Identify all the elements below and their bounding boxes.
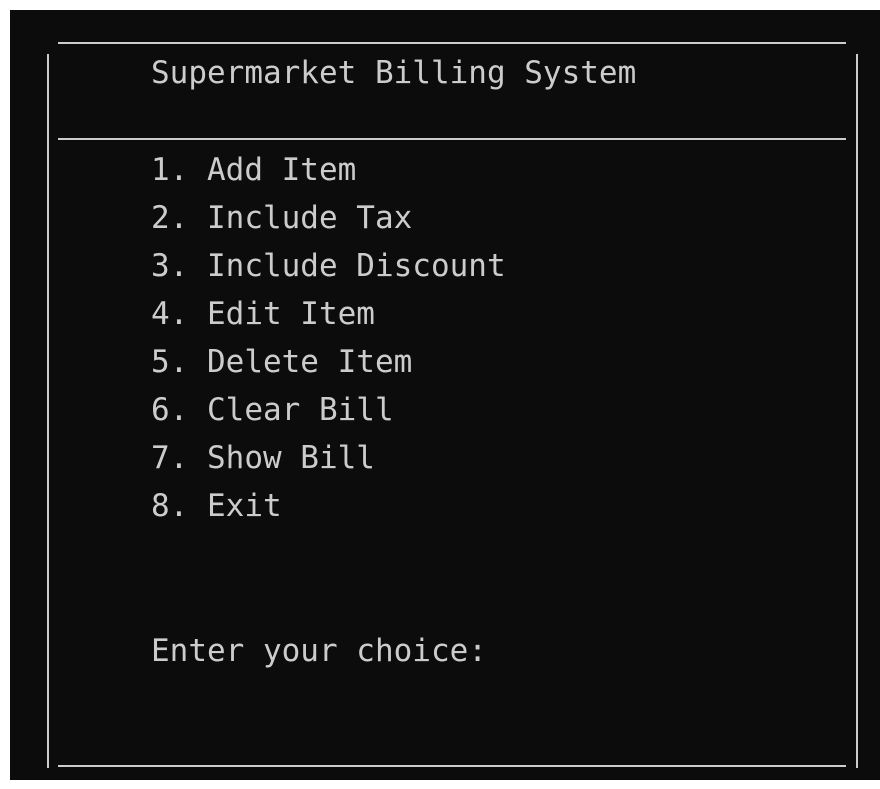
frame-top-border [58, 42, 846, 44]
menu-item-label: 5. Delete Item [151, 344, 413, 380]
menu-item-delete-item: 5. Delete Item [151, 338, 506, 386]
menu-item-add-item: 1. Add Item [151, 146, 506, 194]
menu-item-label: 3. Include Discount [151, 248, 506, 284]
choice-prompt: Enter your choice: [151, 633, 487, 669]
frame-bottom-border [58, 765, 846, 767]
page-title: Supermarket Billing System [151, 55, 637, 91]
header-divider [58, 138, 846, 140]
frame-left-border [47, 54, 49, 768]
menu-item-edit-item: 4. Edit Item [151, 290, 506, 338]
menu-item-label: 6. Clear Bill [151, 392, 394, 428]
menu-item-show-bill: 7. Show Bill [151, 434, 506, 482]
menu-item-exit: 8. Exit [151, 482, 506, 530]
menu-item-label: 4. Edit Item [151, 296, 375, 332]
menu-item-label: 7. Show Bill [151, 440, 375, 476]
menu-item-label: 8. Exit [151, 488, 282, 524]
menu-list: 1. Add Item 2. Include Tax 3. Include Di… [151, 146, 506, 530]
console-window: Supermarket Billing System 1. Add Item 2… [10, 10, 880, 780]
menu-item-label: 2. Include Tax [151, 200, 413, 236]
menu-item-label: 1. Add Item [151, 152, 357, 188]
menu-item-clear-bill: 6. Clear Bill [151, 386, 506, 434]
frame-right-border [856, 54, 858, 768]
menu-item-include-tax: 2. Include Tax [151, 194, 506, 242]
menu-item-include-discount: 3. Include Discount [151, 242, 506, 290]
